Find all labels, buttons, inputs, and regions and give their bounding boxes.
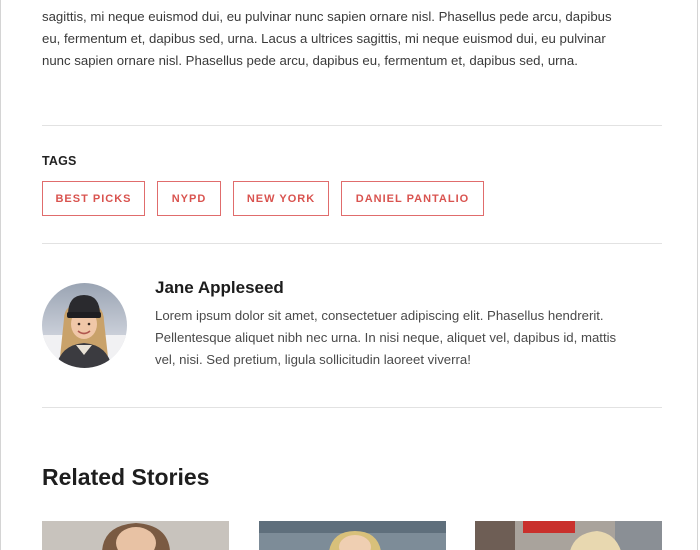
divider bbox=[42, 125, 662, 126]
tag-daniel-pantalio[interactable]: DANIEL PANTALIO bbox=[341, 181, 484, 216]
tag-best-picks[interactable]: BEST PICKS bbox=[42, 181, 145, 216]
author-avatar[interactable] bbox=[42, 283, 127, 368]
article-body-text: sagittis, mi neque euismod dui, eu pulvi… bbox=[42, 6, 662, 72]
author-name[interactable]: Jane Appleseed bbox=[155, 278, 284, 298]
related-stories-heading: Related Stories bbox=[42, 464, 210, 490]
related-story-thumbnail[interactable] bbox=[475, 521, 662, 550]
bio-line: vel, nisi. Sed pretium, ligula sollicitu… bbox=[155, 352, 471, 367]
divider bbox=[42, 243, 662, 244]
body-line: sagittis, mi neque euismod dui, eu pulvi… bbox=[42, 9, 612, 24]
bio-line: Pellentesque aliquet nibh nec urna. In n… bbox=[155, 330, 617, 345]
tag-new-york[interactable]: NEW YORK bbox=[233, 181, 329, 216]
tag-nypd[interactable]: NYPD bbox=[157, 181, 221, 216]
body-line: eu, fermentum et, dapibus sed, urna. Lac… bbox=[42, 31, 606, 46]
person-photo-icon bbox=[42, 283, 127, 368]
tags-heading: TAGS bbox=[42, 154, 77, 168]
story-photo-portrait-icon bbox=[42, 521, 229, 550]
story-photo-outdoor-icon bbox=[259, 521, 446, 550]
story-photo-street-icon bbox=[475, 521, 662, 550]
related-story-thumbnail[interactable] bbox=[259, 521, 446, 550]
bio-line: Lorem ipsum dolor sit amet, consectetuer… bbox=[155, 308, 604, 323]
divider bbox=[42, 407, 662, 408]
body-line: nunc sapien ornare nisl. Phasellus pede … bbox=[42, 53, 578, 68]
tag-list: BEST PICKS NYPD NEW YORK DANIEL PANTALIO bbox=[42, 181, 484, 216]
author-bio: Lorem ipsum dolor sit amet, consectetuer… bbox=[155, 305, 662, 371]
related-story-thumbnail[interactable] bbox=[42, 521, 229, 550]
